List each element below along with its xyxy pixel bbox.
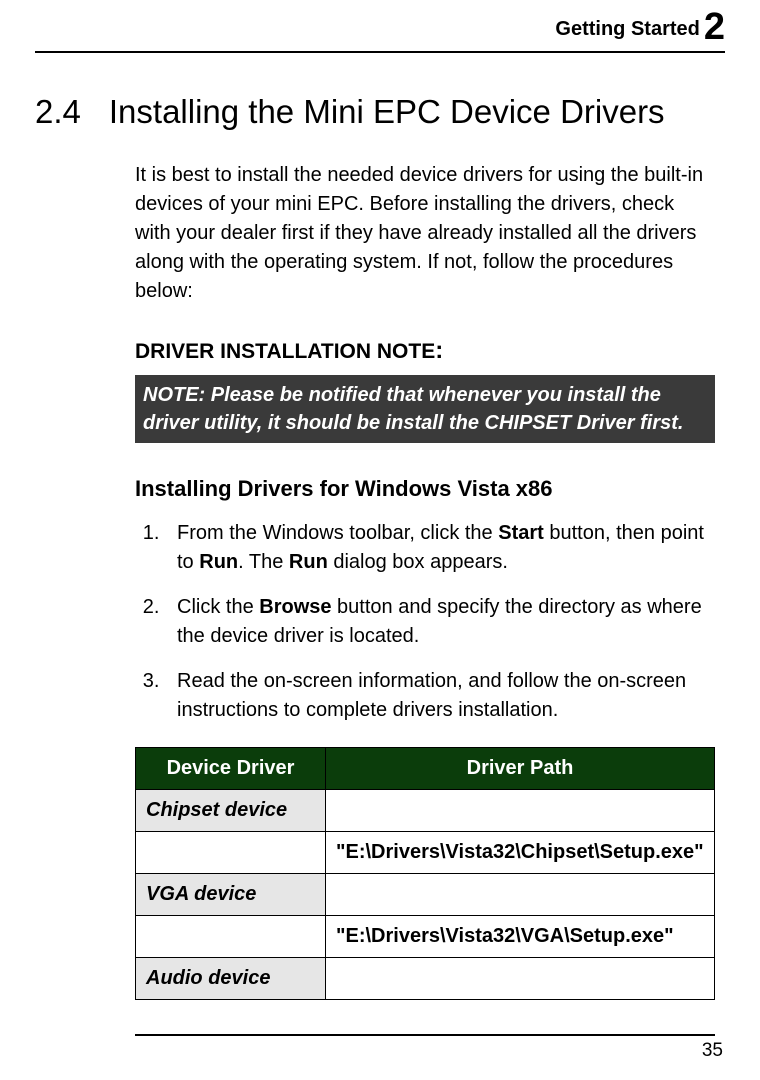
table-row: Audio device [136,957,715,999]
path-lead-cell [136,915,326,957]
step-2: Click the Browse button and specify the … [165,593,715,651]
device-path: "E:\Drivers\Vista32\VGA\Setup.exe" [326,915,715,957]
vista-heading: Installing Drivers for Windows Vista x86 [135,473,715,505]
table-row: "E:\Drivers\Vista32\VGA\Setup.exe" [136,915,715,957]
col-driver-path: Driver Path [326,747,715,789]
device-label: Chipset device [136,789,326,831]
path-lead-cell [136,831,326,873]
device-path-empty [326,789,715,831]
install-note-heading: DRIVER INSTALLATION NOTE: [135,334,715,369]
page-number: 35 [35,1040,725,1062]
table-header-row: Device Driver Driver Path [136,747,715,789]
note-box: NOTE: Please be notified that whenever y… [135,375,715,443]
steps-list: From the Windows toolbar, click the Star… [135,519,715,725]
device-path-empty [326,957,715,999]
section-title-text: Installing the Mini EPC Device Drivers [109,93,665,131]
footer-rule [135,1034,715,1036]
device-label: VGA device [136,873,326,915]
table-row: VGA device [136,873,715,915]
table-row: Chipset device [136,789,715,831]
running-header: Getting Started2 [35,0,725,51]
chapter-number: 2 [704,6,725,48]
step-3: Read the on-screen information, and foll… [165,667,715,725]
section-heading: 2.4 Installing the Mini EPC Device Drive… [35,93,725,131]
col-device-driver: Device Driver [136,747,326,789]
device-path: "E:\Drivers\Vista32\Chipset\Setup.exe" [326,831,715,873]
running-title: Getting Started [555,18,699,40]
step-1: From the Windows toolbar, click the Star… [165,519,715,577]
install-note-heading-text: DRIVER INSTALLATION NOTE [135,340,435,363]
device-label: Audio device [136,957,326,999]
device-path-empty [326,873,715,915]
header-rule [35,51,725,53]
intro-paragraph: It is best to install the needed device … [135,161,715,306]
driver-table: Device Driver Driver Path Chipset device… [135,747,715,1000]
section-number: 2.4 [35,93,81,131]
table-row: "E:\Drivers\Vista32\Chipset\Setup.exe" [136,831,715,873]
